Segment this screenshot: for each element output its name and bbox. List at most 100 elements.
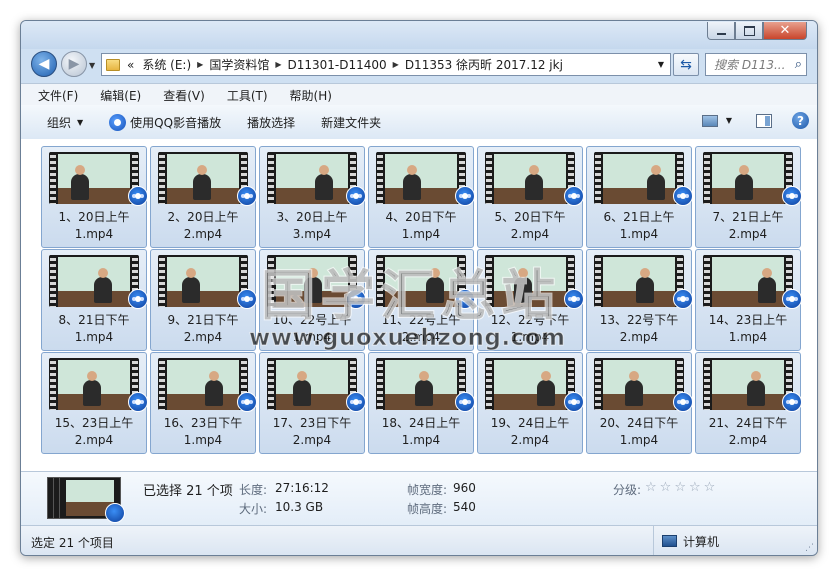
menu-view[interactable]: 查看(V) — [163, 87, 205, 104]
file-item[interactable]: 13、22号下午 2.mp4 — [586, 249, 693, 351]
rating-stars[interactable]: ☆ ☆ ☆ ☆ ☆ — [645, 480, 718, 495]
file-name-line-2: 1.mp4 — [74, 330, 114, 344]
close-button[interactable]: ✕ — [763, 22, 807, 40]
breadcrumb-overflow[interactable]: « — [127, 58, 134, 72]
maximize-button[interactable] — [735, 22, 763, 40]
file-name-line-1: 9、21日下午 — [167, 313, 239, 327]
size-label: 大小: — [239, 502, 268, 516]
refresh-button[interactable]: ⇆ — [673, 53, 699, 76]
star-icon[interactable]: ☆ — [704, 480, 716, 495]
search-icon[interactable]: ⌕ — [795, 57, 802, 72]
breadcrumb-folder-3[interactable]: D11353 徐丙昕 2017.12 jkj — [405, 56, 563, 73]
view-dropdown-icon[interactable]: ▼ — [726, 116, 732, 125]
video-thumbnail — [267, 255, 357, 307]
maximize-icon — [743, 25, 755, 36]
file-item[interactable]: 6、21日上午 1.mp4 — [586, 146, 693, 248]
resize-grip[interactable]: ⋰ — [805, 543, 814, 553]
video-thumbnail — [49, 152, 139, 204]
search-placeholder: 搜索 D113... — [714, 58, 786, 72]
video-thumbnail — [703, 255, 793, 307]
file-name: 13、22号下午 2.mp4 — [587, 312, 691, 346]
close-icon: ✕ — [779, 23, 791, 38]
chevron-right-icon[interactable]: ▶ — [275, 60, 281, 69]
address-dropdown[interactable]: ▼ — [658, 60, 664, 69]
preview-pane-icon[interactable] — [756, 113, 772, 128]
star-icon[interactable]: ☆ — [689, 480, 701, 495]
file-item[interactable]: 16、23日下午 1.mp4 — [150, 352, 257, 454]
file-name: 11、22号上午 2.mp4 — [369, 312, 473, 346]
back-button[interactable]: ◀ — [31, 51, 57, 77]
file-item[interactable]: 4、20日下午 1.mp4 — [368, 146, 475, 248]
qq-player-badge-icon — [128, 186, 148, 206]
organize-button[interactable]: 组织 ▼ — [47, 114, 83, 131]
qq-player-badge-icon — [673, 186, 693, 206]
search-input[interactable]: 搜索 D113... ⌕ — [705, 53, 807, 76]
frame-width-value[interactable]: 960 — [453, 481, 476, 495]
file-item[interactable]: 9、21日下午 2.mp4 — [150, 249, 257, 351]
file-name-line-2: 1.mp4 — [619, 433, 659, 447]
video-thumbnail — [267, 358, 357, 410]
video-thumbnail — [158, 255, 248, 307]
file-item[interactable]: 2、20日上午 2.mp4 — [150, 146, 257, 248]
breadcrumb-drive[interactable]: 系统 (E:) — [142, 56, 191, 73]
file-name-line-1: 14、23日上午 — [708, 313, 788, 327]
address-bar[interactable]: « 系统 (E:) ▶ 国学资料馆 ▶ D11301-D11400 ▶ D113… — [101, 53, 671, 76]
qq-player-badge-icon — [673, 289, 693, 309]
view-icon[interactable] — [701, 114, 718, 127]
explorer-window: ✕ ◀ ▶ ▼ « 系统 (E:) ▶ 国学资料馆 ▶ D11301-D1140… — [20, 20, 818, 556]
file-item[interactable]: 7、21日上午 2.mp4 — [695, 146, 802, 248]
breadcrumb-folder-1[interactable]: 国学资料馆 — [209, 56, 269, 73]
star-icon[interactable]: ☆ — [674, 480, 686, 495]
file-name: 20、24日下午 1.mp4 — [587, 415, 691, 449]
file-name-line-1: 4、20日下午 — [385, 210, 457, 224]
file-name-line-2: 2.mp4 — [401, 330, 441, 344]
length-value[interactable]: 27:16:12 — [275, 481, 329, 495]
file-name: 18、24日上午 1.mp4 — [369, 415, 473, 449]
file-name-line-2: 2.mp4 — [619, 330, 659, 344]
forward-button[interactable]: ▶ — [61, 51, 87, 77]
file-item[interactable]: 14、23日上午 1.mp4 — [695, 249, 802, 351]
play-with-qq-button[interactable]: 使用QQ影音播放 — [109, 113, 221, 131]
minimize-button[interactable] — [707, 22, 735, 40]
file-name: 17、23日下午 2.mp4 — [260, 415, 364, 449]
file-item[interactable]: 19、24日上午 2.mp4 — [477, 352, 584, 454]
video-thumbnail — [376, 255, 466, 307]
play-selection-button[interactable]: 播放选择 — [247, 114, 295, 131]
file-item[interactable]: 18、24日上午 1.mp4 — [368, 352, 475, 454]
file-item[interactable]: 8、21日下午 1.mp4 — [41, 249, 148, 351]
file-item[interactable]: 10、22号上午 1.mp4 — [259, 249, 366, 351]
new-folder-button[interactable]: 新建文件夹 — [321, 114, 381, 131]
file-item[interactable]: 20、24日下午 1.mp4 — [586, 352, 693, 454]
frame-height-value[interactable]: 540 — [453, 500, 476, 514]
menu-help[interactable]: 帮助(H) — [290, 87, 332, 104]
video-thumbnail — [703, 358, 793, 410]
file-name-line-2: 1.mp4 — [74, 227, 114, 241]
chevron-right-icon[interactable]: ▶ — [393, 60, 399, 69]
file-item[interactable]: 12、22号下午 1.mp4 — [477, 249, 584, 351]
breadcrumb-folder-2[interactable]: D11301-D11400 — [287, 58, 386, 72]
star-icon[interactable]: ☆ — [660, 480, 672, 495]
file-item[interactable]: 17、23日下午 2.mp4 — [259, 352, 366, 454]
file-name-line-2: 2.mp4 — [292, 433, 332, 447]
qq-player-badge-icon — [564, 289, 584, 309]
video-thumbnail — [49, 358, 139, 410]
recent-pages-dropdown[interactable]: ▼ — [89, 61, 95, 70]
video-thumbnail — [49, 255, 139, 307]
star-icon[interactable]: ☆ — [645, 480, 657, 495]
menu-tools[interactable]: 工具(T) — [227, 87, 268, 104]
file-name-line-1: 7、21日上午 — [712, 210, 784, 224]
help-icon[interactable]: ? — [792, 112, 809, 129]
address-row: ◀ ▶ ▼ « 系统 (E:) ▶ 国学资料馆 ▶ D11301-D11400 … — [21, 49, 817, 83]
file-item[interactable]: 1、20日上午 1.mp4 — [41, 146, 148, 248]
menu-file[interactable]: 文件(F) — [38, 87, 78, 104]
file-item[interactable]: 15、23日上午 2.mp4 — [41, 352, 148, 454]
file-name: 7、21日上午 2.mp4 — [696, 209, 800, 243]
file-item[interactable]: 11、22号上午 2.mp4 — [368, 249, 475, 351]
file-item[interactable]: 5、20日下午 2.mp4 — [477, 146, 584, 248]
size-value[interactable]: 10.3 GB — [275, 500, 323, 514]
menu-edit[interactable]: 编辑(E) — [100, 87, 141, 104]
file-item[interactable]: 21、24日下午 2.mp4 — [695, 352, 802, 454]
file-item[interactable]: 3、20日上午 3.mp4 — [259, 146, 366, 248]
file-name-line-1: 16、23日下午 — [163, 416, 243, 430]
chevron-right-icon[interactable]: ▶ — [197, 60, 203, 69]
